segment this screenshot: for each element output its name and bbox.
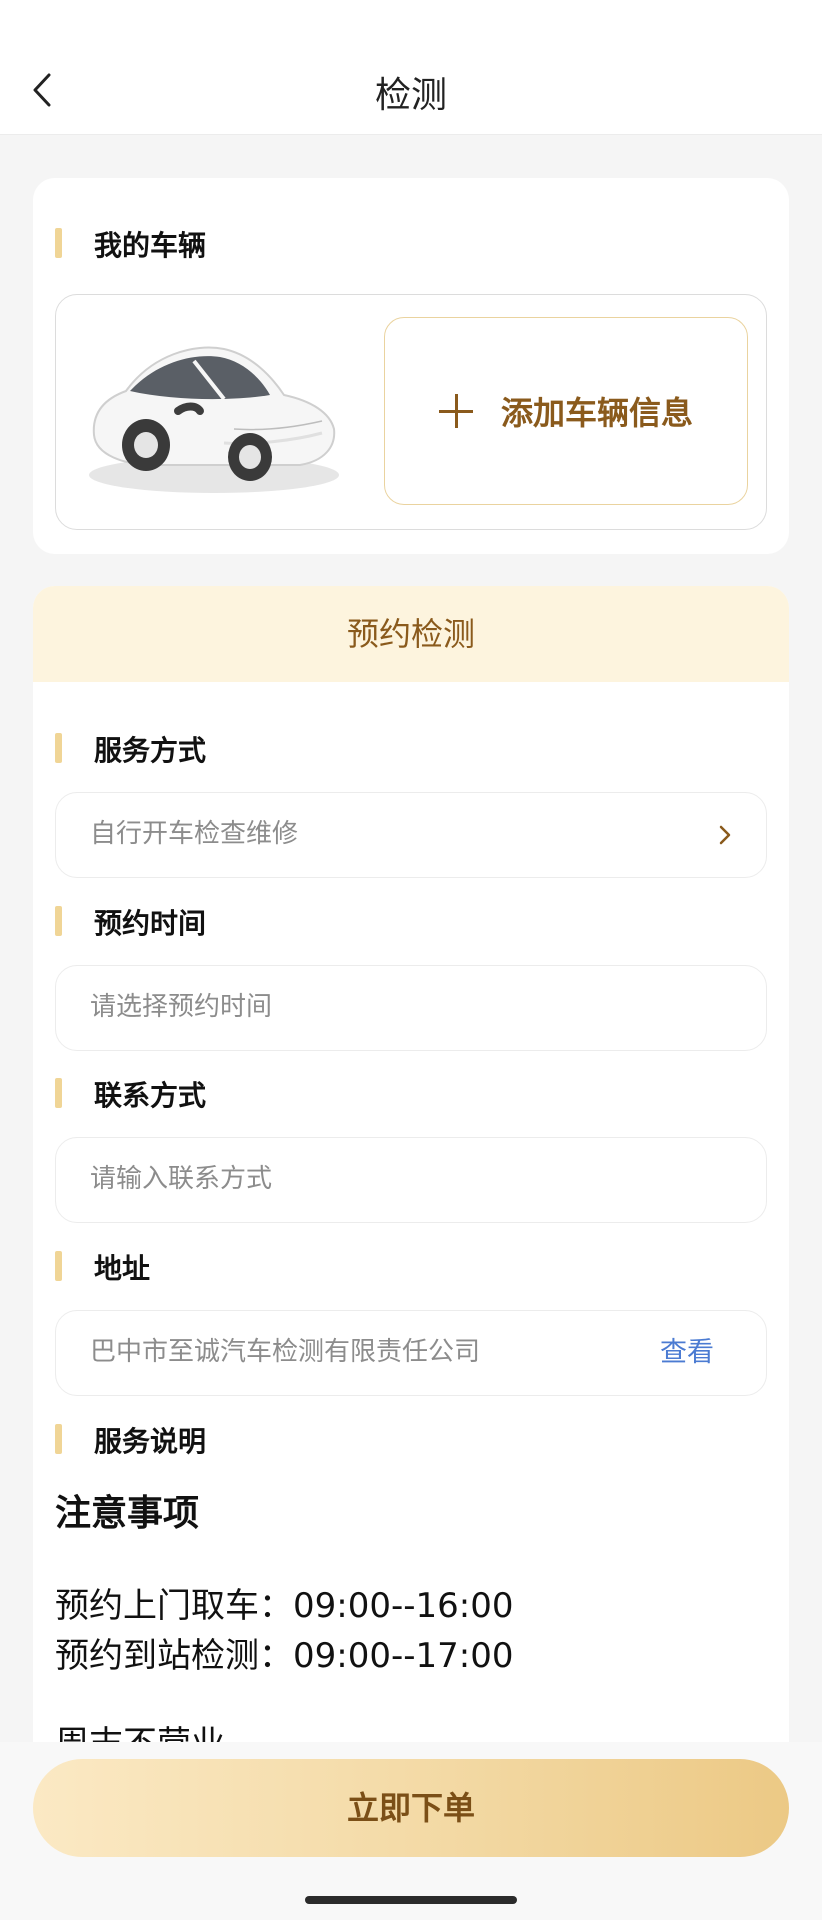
vehicle-box: 添加车辆信息 bbox=[55, 294, 767, 530]
service-description-label: 服务说明 bbox=[94, 1425, 207, 1458]
booking-header: 预约检测 bbox=[33, 586, 789, 682]
bottom-action-bar: 立即下单 bbox=[0, 1742, 822, 1920]
notes-line: 预约上门取车：09:00--16:00 bbox=[55, 1586, 514, 1626]
notes-line: 预约到站检测：09:00--17:00 bbox=[55, 1636, 514, 1676]
address-field: 巴中市至诚汽车检测有限责任公司 查看 bbox=[55, 1310, 767, 1396]
service-method-label: 服务方式 bbox=[94, 734, 207, 767]
section-marker bbox=[55, 1424, 62, 1454]
plus-icon bbox=[438, 394, 473, 428]
section-marker bbox=[55, 228, 62, 258]
view-address-link[interactable]: 查看 bbox=[660, 1311, 714, 1394]
appointment-time-placeholder: 请选择预约时间 bbox=[90, 992, 273, 1022]
notes-heading: 注意事项 bbox=[55, 1493, 200, 1534]
section-marker bbox=[55, 1078, 62, 1108]
address-label: 地址 bbox=[94, 1252, 151, 1285]
my-vehicle-title: 我的车辆 bbox=[94, 229, 207, 262]
my-vehicle-card: 我的车辆 添加车辆信息 bbox=[33, 178, 789, 554]
address-value: 巴中市至诚汽车检测有限责任公司 bbox=[90, 1337, 481, 1367]
section-marker bbox=[55, 1251, 62, 1281]
contact-label: 联系方式 bbox=[94, 1079, 207, 1112]
page-title: 检测 bbox=[374, 75, 447, 116]
contact-input[interactable]: 请输入联系方式 bbox=[55, 1137, 767, 1223]
section-marker bbox=[55, 733, 62, 763]
service-method-value: 自行开车检查维修 bbox=[90, 819, 299, 849]
submit-order-button[interactable]: 立即下单 bbox=[33, 1759, 789, 1857]
home-indicator bbox=[305, 1896, 517, 1904]
add-vehicle-button[interactable]: 添加车辆信息 bbox=[384, 317, 748, 505]
add-vehicle-label: 添加车辆信息 bbox=[500, 394, 693, 432]
navigation-bar: 检测 bbox=[0, 0, 822, 135]
booking-card: 预约检测 服务方式 自行开车检查维修 预约时间 请选择预约时间 联系方式 请输入… bbox=[33, 586, 789, 1920]
appointment-time-label: 预约时间 bbox=[94, 907, 207, 940]
service-method-select[interactable]: 自行开车检查维修 bbox=[55, 792, 767, 878]
section-marker bbox=[55, 906, 62, 936]
contact-placeholder: 请输入联系方式 bbox=[90, 1164, 273, 1194]
car-illustration bbox=[89, 346, 339, 493]
chevron-right-icon bbox=[719, 825, 731, 845]
appointment-time-picker[interactable]: 请选择预约时间 bbox=[55, 965, 767, 1051]
